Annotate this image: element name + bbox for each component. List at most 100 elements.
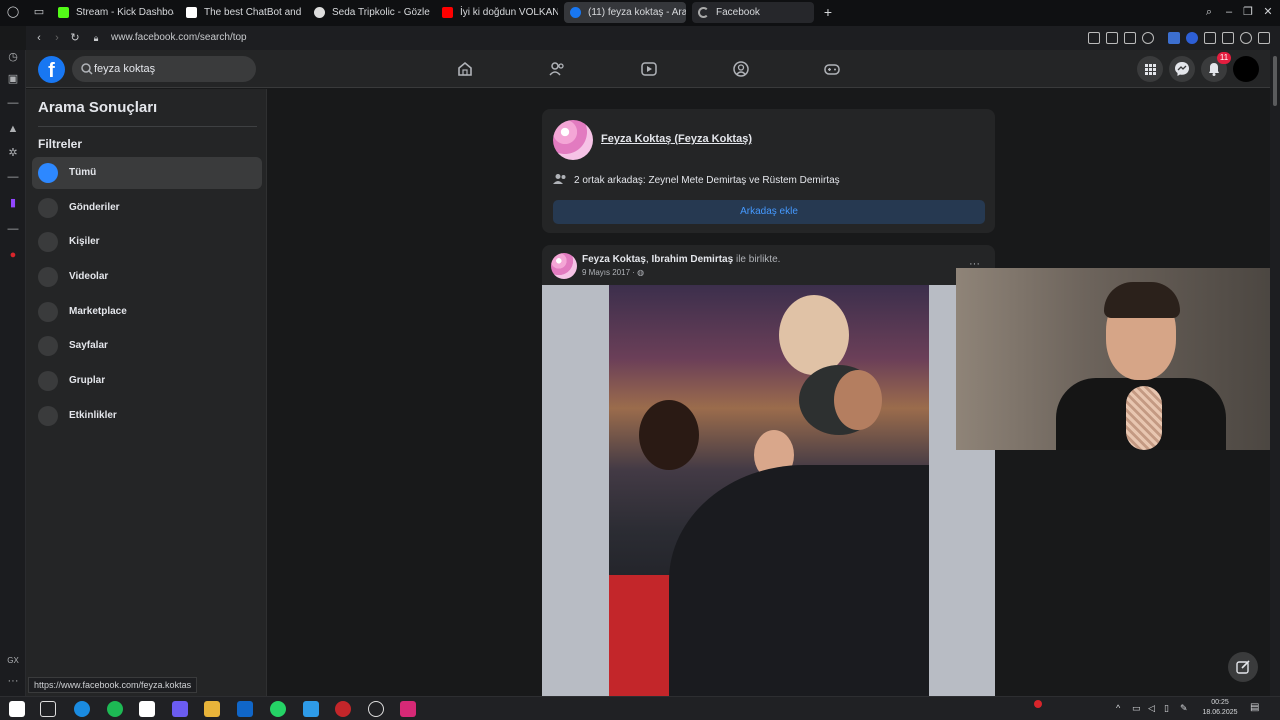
tab-facebook[interactable]: Facebook [692, 2, 814, 23]
youtube-icon [442, 7, 453, 18]
pin-icon[interactable] [1088, 32, 1100, 44]
tray-chevron-icon[interactable]: ^ [1116, 703, 1120, 713]
tab-chatbot[interactable]: The best ChatBot and [180, 2, 302, 23]
tab-kick[interactable]: Stream - Kick Dashboard [52, 2, 174, 23]
gaming-icon[interactable] [823, 60, 841, 78]
post-avatar[interactable] [551, 253, 577, 279]
pen-icon[interactable]: ✎ [1180, 703, 1188, 714]
tab-seda[interactable]: Seda Tripkolic - Gözlerini [308, 2, 430, 23]
forward-icon[interactable]: › [50, 31, 64, 45]
instagram-icon[interactable] [400, 701, 416, 717]
volume-icon[interactable]: ◁ [1148, 703, 1155, 714]
gx-icon[interactable]: GX [6, 654, 20, 668]
groups-icon[interactable] [732, 60, 750, 78]
friends-icon[interactable] [548, 60, 566, 78]
page-scrollbar[interactable] [1270, 50, 1280, 696]
reload-icon[interactable]: ↻ [68, 31, 82, 45]
person-name-link[interactable]: Feyza Koktaş (Feyza Koktaş) [601, 133, 752, 145]
post-card: Feyza Koktaş, Ibrahim Demirtaş ile birli… [542, 245, 995, 696]
tab-workspaces-icon[interactable]: ▭ [32, 5, 46, 19]
scrollbar-thumb[interactable] [1273, 56, 1277, 106]
new-message-button[interactable] [1228, 652, 1258, 682]
search-box[interactable] [72, 56, 256, 82]
filter-label: Sayfalar [69, 340, 108, 351]
url-text[interactable]: www.facebook.com/search/top [111, 32, 247, 43]
twitch-icon[interactable]: ▮ [6, 196, 20, 210]
opera-icon[interactable]: ● [6, 248, 20, 262]
messenger-button[interactable] [1169, 56, 1195, 82]
search-tabs-icon[interactable]: ⌕ [1202, 5, 1216, 19]
add-friend-button[interactable]: Arkadaş ekle [553, 200, 985, 224]
wallet-icon[interactable] [1204, 32, 1216, 44]
whatsapp-icon[interactable] [270, 701, 286, 717]
opera-gx-icon[interactable] [335, 701, 351, 717]
filter-videos[interactable]: Videolar [32, 261, 262, 293]
filter-posts[interactable]: Gönderiler [32, 192, 262, 224]
filter-people[interactable]: Kişiler [32, 226, 262, 258]
file-explorer-icon[interactable] [204, 701, 220, 717]
post-photo[interactable] [609, 285, 929, 696]
chatgpt-icon[interactable]: ✲ [6, 146, 20, 160]
home-icon[interactable] [456, 60, 474, 78]
filter-events[interactable]: Etkinlikler [32, 400, 262, 432]
network-icon[interactable]: ▭ [1132, 703, 1141, 714]
snapshot-icon[interactable] [1106, 32, 1118, 44]
copilot-icon[interactable] [172, 701, 188, 717]
filter-all[interactable]: Tümü [32, 157, 262, 189]
post-date[interactable]: 9 Mayıs 2017 · ◍ [582, 268, 644, 277]
notification-center-icon[interactable]: ▤ [1250, 702, 1259, 713]
vpn-icon[interactable] [1186, 32, 1198, 44]
filter-pages[interactable]: Sayfalar [32, 330, 262, 362]
clock-date[interactable]: 18.06.2025 [1198, 709, 1242, 716]
globe-icon: ◍ [637, 268, 645, 277]
avatar[interactable] [553, 120, 593, 160]
play-icon[interactable] [1124, 32, 1136, 44]
search-input[interactable] [94, 61, 244, 77]
tab-title: The best ChatBot and [204, 7, 302, 18]
account-avatar[interactable] [1233, 56, 1259, 82]
outlook-icon[interactable] [237, 701, 253, 717]
app-icon[interactable] [303, 701, 319, 717]
facebook-header: f [26, 50, 1270, 88]
windows-start-icon[interactable] [9, 701, 25, 717]
history-icon[interactable]: ◷ [6, 50, 20, 64]
menu-button[interactable] [1137, 56, 1163, 82]
spotify-icon[interactable] [107, 701, 123, 717]
minimize-icon[interactable]: – [1222, 5, 1236, 19]
download-icon[interactable] [1258, 32, 1270, 44]
extension-icon[interactable] [1168, 32, 1180, 44]
tagged-person-link[interactable]: Ibrahim Demirtaş [651, 254, 733, 265]
filter-marketplace[interactable]: Marketplace [32, 296, 262, 328]
restore-icon[interactable]: ❐ [1241, 5, 1255, 19]
tab-youtube[interactable]: İyi ki doğdun VOLKAN - I [436, 2, 558, 23]
people-icon [38, 232, 58, 252]
tab-title: (11) feyza koktaş - Arama [588, 7, 686, 18]
facebook-logo[interactable]: f [38, 56, 65, 83]
address-bar: ‹ › ↻ 🔒︎ www.facebook.com/search/top [26, 26, 1280, 50]
bookmarks-icon[interactable]: ▣ [6, 72, 20, 86]
more-icon[interactable]: ··· [6, 674, 20, 688]
post-author-link[interactable]: Feyza Koktaş [582, 254, 646, 265]
filter-groups[interactable]: Gruplar [32, 365, 262, 397]
search-icon [81, 63, 93, 75]
edge-icon[interactable] [74, 701, 90, 717]
new-tab-button[interactable]: + [820, 4, 836, 20]
close-icon[interactable]: ✕ [1261, 5, 1275, 19]
tab-title: Facebook [716, 7, 760, 18]
watch-icon[interactable] [640, 60, 658, 78]
battery-icon[interactable]: ▯ [1164, 703, 1169, 714]
tab-facebook-search[interactable]: (11) feyza koktaş - Arama [564, 2, 686, 23]
profile-icon[interactable] [1240, 32, 1252, 44]
panel-title: Arama Sonuçları [38, 99, 158, 116]
store-icon[interactable] [139, 701, 155, 717]
heart-icon[interactable] [1142, 32, 1154, 44]
photo-detail [639, 400, 699, 470]
clock-time[interactable]: 00:25 [1200, 699, 1240, 706]
obs-icon[interactable] [368, 701, 384, 717]
task-view-icon[interactable] [40, 701, 56, 717]
opera-menu-icon[interactable]: ◯ [6, 5, 20, 19]
puzzle-icon[interactable] [1222, 32, 1234, 44]
back-icon[interactable]: ‹ [32, 31, 46, 45]
aria-icon[interactable]: ▲ [6, 122, 20, 136]
messenger-icon [1175, 62, 1189, 76]
